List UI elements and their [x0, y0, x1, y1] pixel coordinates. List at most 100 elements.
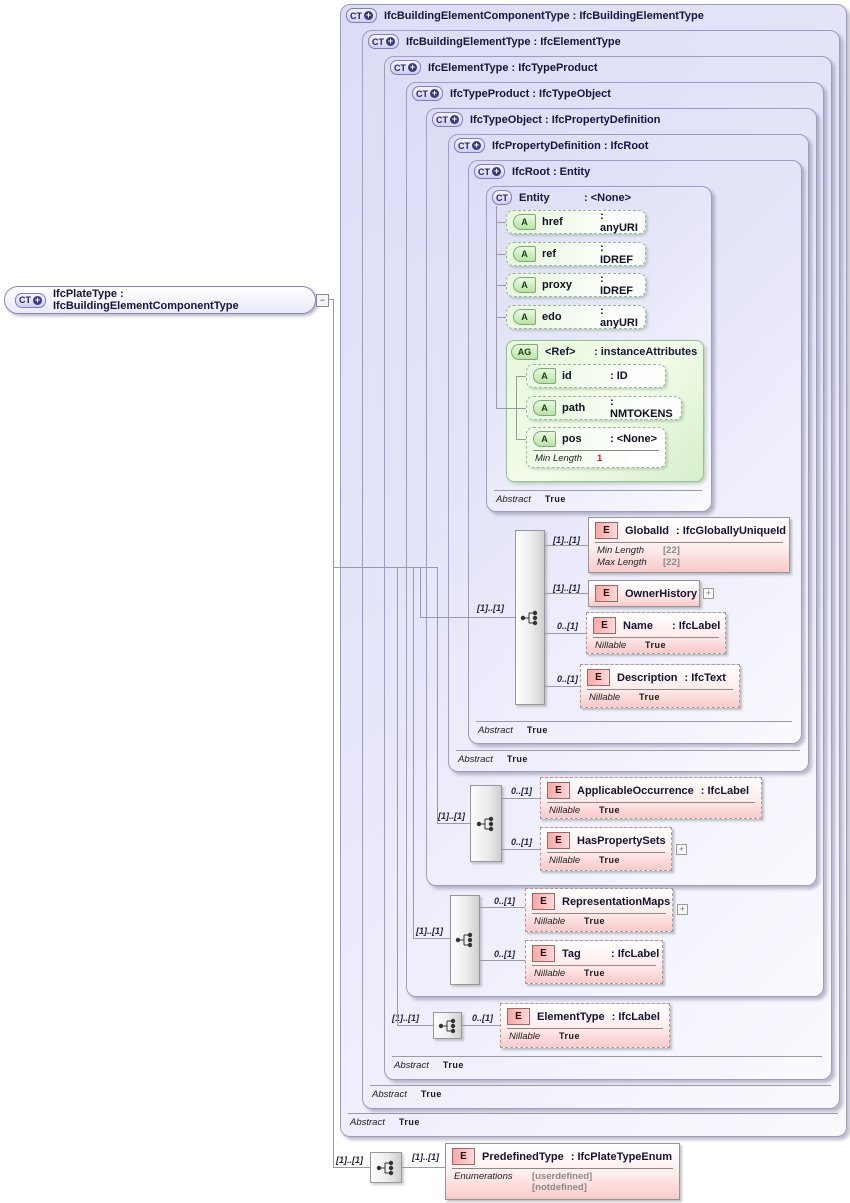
cardinality-label: [1]..[1] — [438, 811, 465, 821]
attribute-proxy[interactable]: A proxy: IDREF — [506, 273, 646, 297]
element-badge: E — [595, 585, 618, 602]
attribute-group-badge: AG — [511, 344, 538, 360]
facet-nillable: Nillable True — [587, 639, 725, 651]
facet-nillable: Nillable True — [581, 691, 739, 703]
facet-maxlength: Max Length [22] — [589, 556, 789, 568]
element-badge: E — [547, 782, 570, 799]
element-description[interactable]: E Description: IfcText Nillable True — [580, 664, 740, 708]
type-title: IfcRoot : Entity — [512, 166, 590, 178]
facet-minlength: Min Length 1 — [527, 452, 665, 464]
facet-nillable: Nillable True — [541, 854, 671, 866]
attribute-badge: A — [513, 214, 536, 230]
type-title: IfcTypeProduct : IfcTypeObject — [450, 88, 611, 100]
root-type-node[interactable]: CT+ IfcPlateType : IfcBuildingElementCom… — [4, 286, 316, 314]
sequence-icon — [438, 1018, 458, 1034]
element-globalid[interactable]: E GlobalId: IfcGloballyUniqueId Min Leng… — [588, 517, 790, 573]
type-header: CT+ IfcRoot : Entity — [474, 164, 590, 179]
attribute-badge: A — [533, 400, 556, 416]
complextype-badge: CT — [492, 190, 512, 205]
type-title: IfcTypeObject : IfcPropertyDefinition — [470, 114, 661, 126]
element-haspropertysets[interactable]: E HasPropertySets Nillable True — [540, 827, 672, 871]
attribute-badge: A — [513, 309, 536, 325]
element-badge: E — [595, 522, 618, 539]
element-badge: E — [587, 669, 610, 686]
type-name: Entity — [519, 192, 577, 204]
type-header: CT+ IfcTypeObject : IfcPropertyDefinitio… — [432, 112, 661, 127]
complextype-badge: CT+ — [412, 86, 443, 101]
attribute-badge: A — [533, 368, 556, 384]
cardinality-label: 0..[1] — [557, 674, 578, 684]
facet-minlength: Min Length [22] — [589, 544, 789, 556]
abstract-annotation: AbstractTrue — [372, 1089, 442, 1100]
sequence-compositor — [515, 530, 545, 705]
plus-icon: + — [472, 141, 481, 150]
abstract-annotation: AbstractTrue — [478, 725, 548, 736]
type-header: CT+ IfcBuildingElementComponentType : If… — [346, 8, 704, 23]
sequence-compositor — [370, 1152, 402, 1183]
element-badge: E — [532, 945, 555, 962]
type-title: IfcBuildingElementComponentType : IfcBui… — [384, 10, 704, 22]
element-tag[interactable]: E Tag: IfcLabel Nillable True — [525, 940, 663, 984]
facet-enumerations: Enumerations [userdefined][notdefined] — [446, 1170, 679, 1193]
type-header: CT+ IfcElementType : IfcTypeProduct — [390, 60, 598, 75]
sequence-compositor — [433, 1012, 462, 1039]
cardinality-label: [1]..[1] — [412, 1152, 439, 1162]
complextype-badge: CT+ — [432, 112, 463, 127]
sequence-icon — [520, 610, 540, 626]
element-badge: E — [532, 893, 555, 910]
root-type-title: IfcPlateType : IfcBuildingElementCompone… — [53, 288, 305, 312]
cardinality-label: 0..[1] — [494, 896, 515, 906]
element-name[interactable]: E Name: IfcLabel Nillable True — [586, 612, 726, 654]
type-header: CT+ IfcPropertyDefinition : IfcRoot — [454, 138, 648, 153]
type-title: IfcPropertyDefinition : IfcRoot — [492, 140, 648, 152]
plus-icon: + — [430, 89, 439, 98]
cardinality-label: 0..[1] — [511, 786, 532, 796]
attribute-ref[interactable]: A ref: IDREF — [506, 242, 646, 266]
element-representationmaps[interactable]: E RepresentationMaps Nillable True — [525, 888, 673, 932]
abstract-annotation: AbstractTrue — [496, 494, 566, 505]
cardinality-label: [1]..[1] — [553, 535, 580, 545]
attribute-edo[interactable]: A edo: anyURI — [506, 305, 646, 329]
sequence-compositor — [450, 895, 480, 985]
complextype-badge: CT+ — [454, 138, 485, 153]
collapse-handle[interactable]: − — [316, 294, 329, 307]
expand-icon[interactable]: + — [676, 844, 687, 855]
cardinality-label: [1]..[1] — [477, 603, 504, 613]
cardinality-label: [1]..[1] — [336, 1155, 363, 1165]
complextype-badge: CT+ — [346, 8, 377, 23]
plus-icon: + — [364, 11, 373, 20]
expand-icon[interactable]: + — [677, 904, 688, 915]
attribute-badge: A — [533, 431, 556, 447]
element-badge: E — [507, 1008, 530, 1025]
facet-nillable: Nillable True — [526, 967, 662, 979]
type-header: CT Entity : <None> — [492, 190, 631, 205]
element-badge: E — [593, 617, 616, 634]
expand-icon[interactable]: + — [703, 588, 714, 599]
element-badge: E — [452, 1148, 475, 1165]
cardinality-label: 0..[1] — [557, 621, 578, 631]
cardinality-label: 0..[1] — [511, 837, 532, 847]
element-elementtype[interactable]: E ElementType: IfcLabel Nillable True — [500, 1003, 670, 1048]
element-ownerhistory[interactable]: E OwnerHistory — [588, 580, 700, 607]
sequence-compositor — [470, 785, 502, 862]
sequence-icon — [376, 1160, 396, 1176]
attribute-path[interactable]: A path: NMTOKENS — [526, 396, 682, 420]
attribute-pos[interactable]: A pos: <None> Min Length 1 — [526, 427, 666, 468]
element-predefinedtype[interactable]: E PredefinedType: IfcPlateTypeEnum Enume… — [445, 1143, 680, 1200]
type-base: : <None> — [584, 192, 631, 204]
complextype-badge: CT+ — [368, 34, 399, 49]
sequence-icon — [455, 932, 475, 948]
attribute-badge: A — [513, 246, 536, 262]
attribute-id[interactable]: A id: ID — [526, 364, 666, 388]
complextype-badge: CT+ — [15, 293, 46, 308]
plus-icon: + — [492, 167, 501, 176]
attribute-href[interactable]: A href: anyURI — [506, 210, 646, 234]
type-header: CT+ IfcBuildingElementType : IfcElementT… — [368, 34, 621, 49]
element-applicableoccurrence[interactable]: E ApplicableOccurrence: IfcLabel Nillabl… — [540, 777, 762, 819]
type-header: CT+ IfcTypeProduct : IfcTypeObject — [412, 86, 611, 101]
type-title: IfcBuildingElementType : IfcElementType — [406, 36, 621, 48]
plus-icon: + — [33, 296, 42, 305]
cardinality-label: 0..[1] — [472, 1013, 493, 1023]
plus-icon: + — [408, 63, 417, 72]
plus-icon: + — [386, 37, 395, 46]
